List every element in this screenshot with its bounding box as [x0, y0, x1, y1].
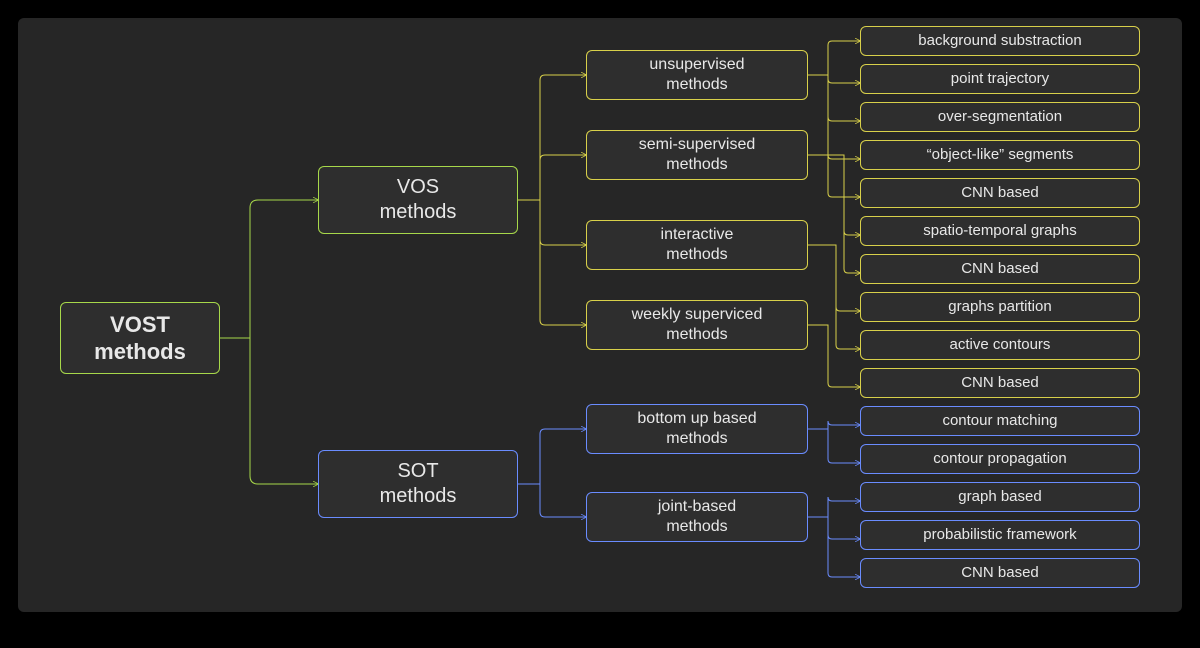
vos-methods-node: VOS methods: [318, 166, 518, 234]
leaf-probabilistic-framework: probabilistic framework: [860, 520, 1140, 550]
interactive-node: interactive methods: [586, 220, 808, 270]
leaf-spatio-temporal-graphs: spatio-temporal graphs: [860, 216, 1140, 246]
diagram-canvas: VOST methods VOS methods SOT methods uns…: [18, 18, 1182, 612]
semi-supervised-node: semi-supervised methods: [586, 130, 808, 180]
leaf-graphs-partition: graphs partition: [860, 292, 1140, 322]
root-node: VOST methods: [60, 302, 220, 374]
joint-based-node: joint-based methods: [586, 492, 808, 542]
leaf-cnn-based-4: CNN based: [860, 558, 1140, 588]
leaf-over-segmentation: over-segmentation: [860, 102, 1140, 132]
leaf-point-trajectory: point trajectory: [860, 64, 1140, 94]
leaf-object-like-segments: “object-like” segments: [860, 140, 1140, 170]
bottom-up-node: bottom up based methods: [586, 404, 808, 454]
leaf-active-contours: active contours: [860, 330, 1140, 360]
unsupervised-node: unsupervised methods: [586, 50, 808, 100]
leaf-cnn-based-1: CNN based: [860, 178, 1140, 208]
sot-methods-node: SOT methods: [318, 450, 518, 518]
leaf-cnn-based-2: CNN based: [860, 254, 1140, 284]
leaf-cnn-based-3: CNN based: [860, 368, 1140, 398]
leaf-contour-propagation: contour propagation: [860, 444, 1140, 474]
leaf-background-subtraction: background substraction: [860, 26, 1140, 56]
weekly-supervised-node: weekly superviced methods: [586, 300, 808, 350]
leaf-graph-based: graph based: [860, 482, 1140, 512]
leaf-contour-matching: contour matching: [860, 406, 1140, 436]
